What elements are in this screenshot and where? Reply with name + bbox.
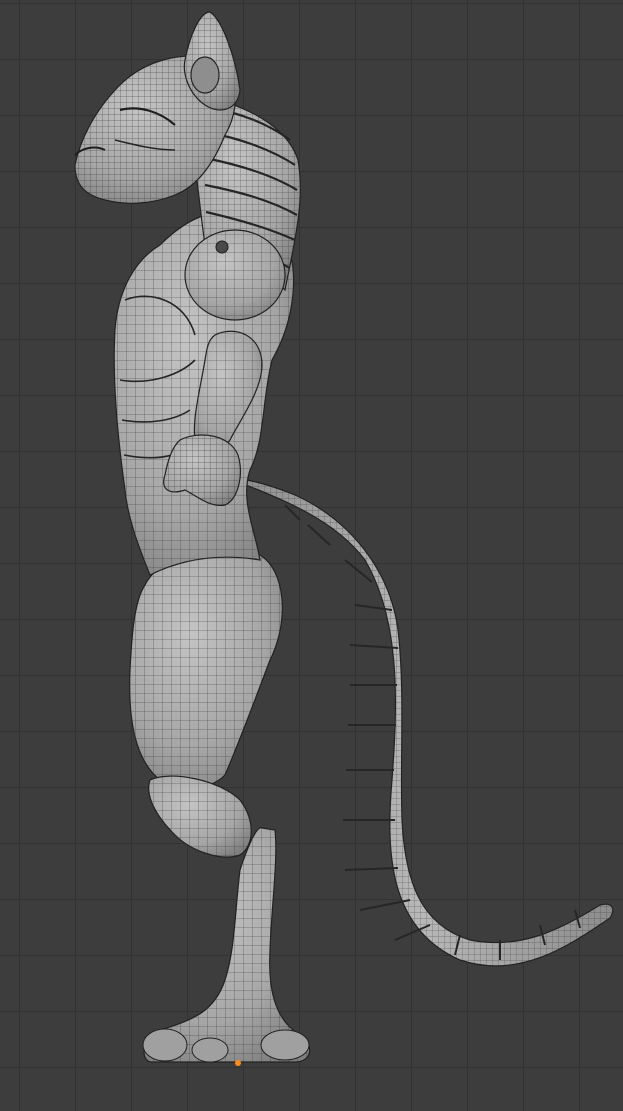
3d-viewport[interactable] [0,0,623,1111]
mesh-shoulder[interactable] [184,229,286,321]
mesh-tail[interactable] [227,477,614,967]
mesh-legs[interactable] [129,548,311,1063]
scene-render [74,11,614,1066]
object-origin-point [235,1060,241,1066]
